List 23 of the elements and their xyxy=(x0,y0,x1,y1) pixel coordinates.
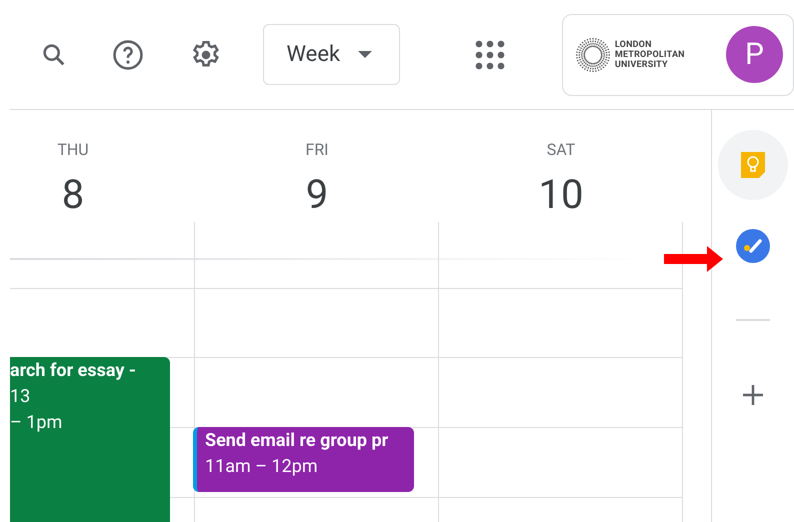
arrow-icon xyxy=(664,246,723,272)
event-text: 13 xyxy=(10,385,32,409)
event-card[interactable]: Send email re group pr 11am – 12pm xyxy=(193,427,414,492)
weekday-label: SAT xyxy=(546,140,576,160)
university-logo-icon xyxy=(574,36,611,72)
event-card[interactable]: arch for essay - 13 – 1pm xyxy=(10,357,170,522)
day-number[interactable]: 10 xyxy=(538,172,584,218)
caret-icon xyxy=(358,51,372,58)
day-number[interactable]: 9 xyxy=(306,172,328,218)
tasks-icon[interactable] xyxy=(736,229,770,263)
event-text: – 1pm xyxy=(10,411,64,435)
add-icon[interactable] xyxy=(741,383,765,407)
avatar[interactable]: P xyxy=(726,26,783,83)
apps-icon[interactable] xyxy=(473,38,507,72)
account-card[interactable]: LONDON METROPOLITAN UNIVERSITY P xyxy=(562,14,794,96)
day-number[interactable]: 8 xyxy=(62,172,84,218)
event-title: arch for essay - xyxy=(10,359,137,383)
weekday-label: THU xyxy=(57,140,89,160)
event-title: Send email re group pr xyxy=(205,429,390,453)
university-name: LONDON METROPOLITAN UNIVERSITY xyxy=(614,40,685,70)
view-dropdown[interactable]: Week xyxy=(263,24,400,85)
event-text: 11am – 12pm xyxy=(205,455,319,479)
weekday-label: FRI xyxy=(305,140,329,160)
